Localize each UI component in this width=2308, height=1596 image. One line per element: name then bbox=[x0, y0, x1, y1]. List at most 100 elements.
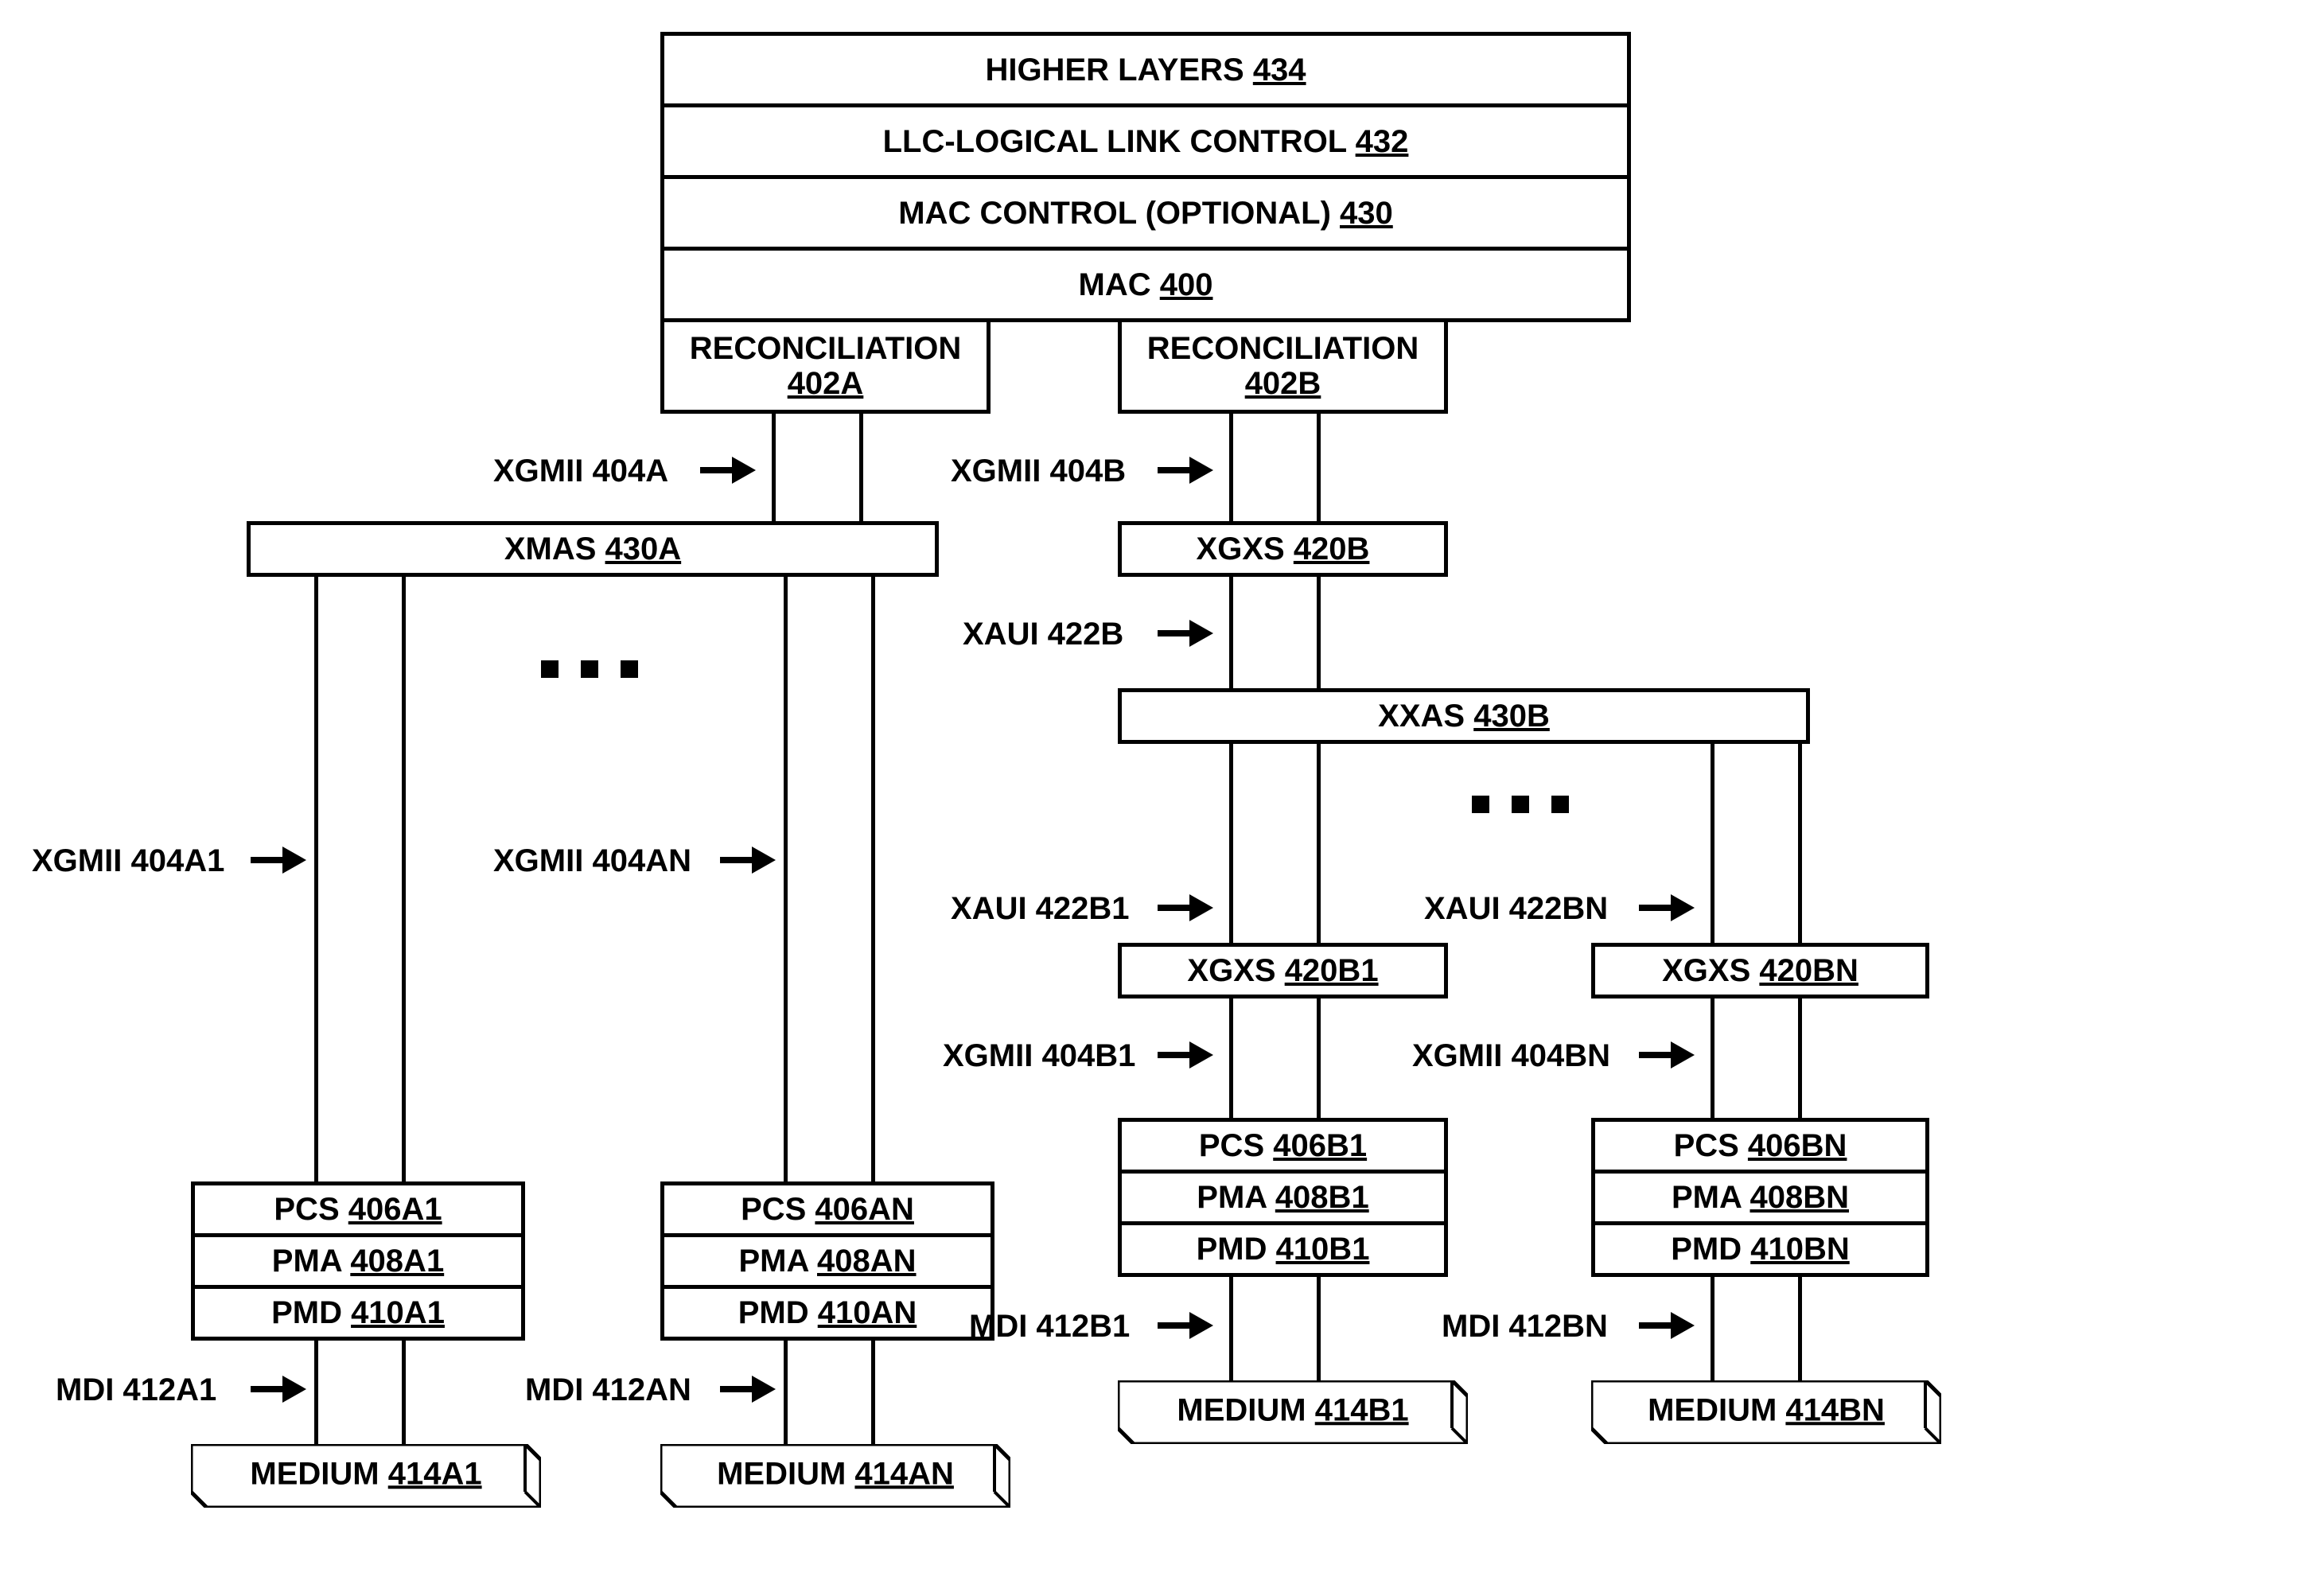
medium-a1-box: MEDIUM 414A1 bbox=[191, 1444, 541, 1508]
label: PCS 406A1 bbox=[274, 1192, 442, 1227]
connector bbox=[1317, 995, 1321, 1122]
medium-b1-box: MEDIUM 414B1 bbox=[1118, 1380, 1468, 1444]
label: HIGHER LAYERS 434 bbox=[985, 53, 1306, 88]
xaui-422bn-label: XAUI 422BN bbox=[1424, 891, 1608, 927]
higher-layers-box: HIGHER LAYERS 434 bbox=[660, 32, 1631, 107]
label: PMD 410A1 bbox=[271, 1295, 445, 1330]
xxas-box: XXAS 430B bbox=[1118, 688, 1810, 744]
arrow-right-icon bbox=[251, 1372, 306, 1406]
connector bbox=[1798, 1273, 1802, 1384]
arrow-right-icon bbox=[1158, 1309, 1213, 1342]
pmd-an-box: PMD 410AN bbox=[660, 1285, 994, 1341]
ellipsis-icon bbox=[1512, 796, 1529, 813]
arrow-right-icon bbox=[1158, 1038, 1213, 1072]
label: MEDIUM 414BN bbox=[1648, 1392, 1885, 1428]
label: PCS 406B1 bbox=[1199, 1128, 1367, 1163]
connector bbox=[1317, 1273, 1321, 1384]
ellipsis-icon bbox=[1472, 796, 1489, 813]
label: XGXS 420B1 bbox=[1187, 953, 1378, 988]
connector bbox=[1317, 740, 1321, 947]
connector bbox=[314, 573, 318, 1185]
xgmii-404a-label: XGMII 404A bbox=[493, 453, 668, 489]
label: LLC-LOGICAL LINK CONTROL 432 bbox=[883, 124, 1409, 159]
pmd-a1-box: PMD 410A1 bbox=[191, 1285, 525, 1341]
connector bbox=[1229, 573, 1233, 692]
connector bbox=[1317, 573, 1321, 692]
label: PMA 408AN bbox=[738, 1244, 916, 1279]
pmd-b1-box: PMD 410B1 bbox=[1118, 1221, 1448, 1277]
connector bbox=[784, 1337, 788, 1448]
mdi-a1-label: MDI 412A1 bbox=[56, 1372, 216, 1408]
arrow-right-icon bbox=[251, 843, 306, 877]
arrow-right-icon bbox=[1639, 891, 1695, 925]
mac-control-box: MAC CONTROL (OPTIONAL) 430 bbox=[660, 175, 1631, 251]
label: PMA 408A1 bbox=[272, 1244, 444, 1279]
xgmii-404bn-label: XGMII 404BN bbox=[1412, 1038, 1610, 1074]
pma-a1-box: PMA 408A1 bbox=[191, 1233, 525, 1289]
label: MEDIUM 414AN bbox=[717, 1456, 954, 1492]
pma-bn-box: PMA 408BN bbox=[1591, 1170, 1929, 1225]
label: PMD 410AN bbox=[738, 1295, 917, 1330]
pcs-b1-box: PCS 406B1 bbox=[1118, 1118, 1448, 1174]
arrow-right-icon bbox=[1158, 453, 1213, 487]
connector bbox=[784, 573, 788, 1185]
connector bbox=[314, 1337, 318, 1448]
arrow-right-icon bbox=[1639, 1038, 1695, 1072]
ellipsis-icon bbox=[541, 660, 559, 678]
label: MEDIUM 414B1 bbox=[1177, 1392, 1408, 1428]
arrow-right-icon bbox=[1639, 1309, 1695, 1342]
ref: 402B bbox=[1245, 366, 1321, 401]
xaui-422b1-label: XAUI 422B1 bbox=[951, 891, 1130, 927]
reconciliation-a-box: RECONCILIATION 402A bbox=[660, 318, 991, 414]
connector bbox=[871, 1337, 875, 1448]
connector bbox=[402, 1337, 406, 1448]
mac-box: MAC 400 bbox=[660, 247, 1631, 322]
pcs-an-box: PCS 406AN bbox=[660, 1181, 994, 1237]
xgmii-404an-label: XGMII 404AN bbox=[493, 843, 691, 879]
label: PMA 408BN bbox=[1672, 1180, 1849, 1215]
label: PMD 410B1 bbox=[1197, 1232, 1370, 1267]
connector bbox=[772, 410, 776, 525]
llc-box: LLC-LOGICAL LINK CONTROL 432 bbox=[660, 103, 1631, 179]
arrow-right-icon bbox=[1158, 891, 1213, 925]
label: XGXS 420B bbox=[1197, 531, 1370, 566]
connector bbox=[1711, 995, 1714, 1122]
connector bbox=[1229, 740, 1233, 947]
label: MEDIUM 414A1 bbox=[250, 1456, 481, 1492]
arrow-right-icon bbox=[700, 453, 756, 487]
xgxs-bn-box: XGXS 420BN bbox=[1591, 943, 1929, 998]
label: RECONCILIATION bbox=[1147, 331, 1419, 366]
label: MAC 400 bbox=[1079, 267, 1213, 302]
connector bbox=[1711, 740, 1714, 947]
connector bbox=[1229, 995, 1233, 1122]
xgxs-b1-box: XGXS 420B1 bbox=[1118, 943, 1448, 998]
arrow-right-icon bbox=[720, 1372, 776, 1406]
xgmii-404b1-label: XGMII 404B1 bbox=[943, 1038, 1135, 1074]
medium-an-box: MEDIUM 414AN bbox=[660, 1444, 1010, 1508]
label: XMAS 430A bbox=[504, 531, 681, 566]
connector bbox=[1229, 410, 1233, 525]
mdi-bn-label: MDI 412BN bbox=[1442, 1309, 1608, 1345]
label: RECONCILIATION bbox=[690, 331, 961, 366]
label: XGXS 420BN bbox=[1662, 953, 1858, 988]
xgmii-404a1-label: XGMII 404A1 bbox=[32, 843, 224, 879]
pcs-a1-box: PCS 406A1 bbox=[191, 1181, 525, 1237]
ellipsis-icon bbox=[621, 660, 638, 678]
arrow-right-icon bbox=[720, 843, 776, 877]
label: PMA 408B1 bbox=[1197, 1180, 1368, 1215]
label: XXAS 430B bbox=[1378, 699, 1550, 734]
connector bbox=[1229, 1273, 1233, 1384]
connector bbox=[1798, 995, 1802, 1122]
connector bbox=[402, 573, 406, 1185]
label: PCS 406BN bbox=[1674, 1128, 1847, 1163]
connector bbox=[1317, 410, 1321, 525]
mdi-an-label: MDI 412AN bbox=[525, 1372, 691, 1408]
xgmii-404b-label: XGMII 404B bbox=[951, 453, 1126, 489]
connector bbox=[1711, 1273, 1714, 1384]
connector bbox=[859, 410, 863, 525]
pma-an-box: PMA 408AN bbox=[660, 1233, 994, 1289]
connector bbox=[871, 573, 875, 1185]
label: PCS 406AN bbox=[741, 1192, 914, 1227]
ellipsis-icon bbox=[581, 660, 598, 678]
label: PMD 410BN bbox=[1671, 1232, 1850, 1267]
